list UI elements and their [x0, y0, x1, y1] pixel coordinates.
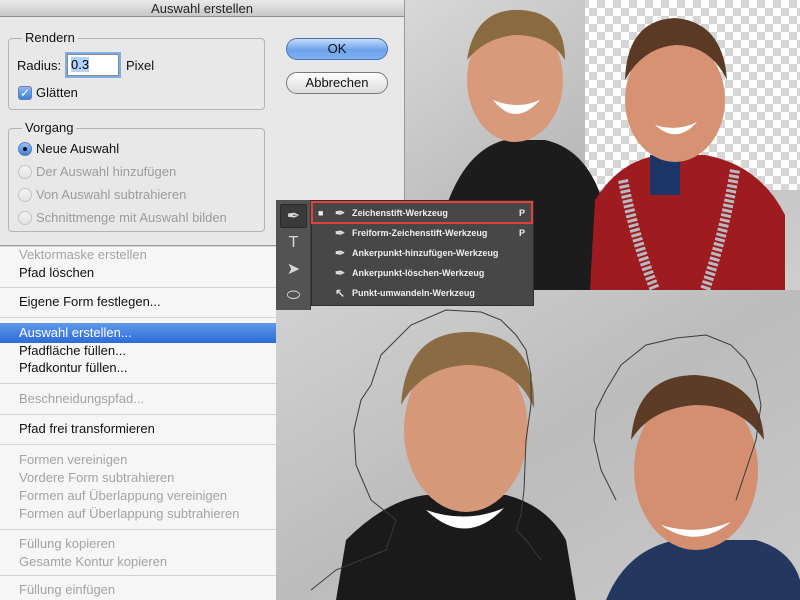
flyout-item-pen[interactable]: ■ ✒ Zeichenstift-Werkzeug P [312, 203, 533, 223]
operation-group-label: Vorgang [22, 120, 77, 135]
selected-mark-icon: ■ [318, 208, 324, 218]
menu-item-clipping-path[interactable]: Beschneidungspfad... [0, 389, 276, 409]
flyout-shortcut: P [518, 228, 525, 238]
convert-point-icon: ↖ [334, 286, 346, 300]
flyout-shortcut: P [518, 208, 525, 218]
flyout-item-convert-point[interactable]: ↖ Punkt-umwandeln-Werkzeug [312, 283, 533, 303]
menu-item-copy-complete-stroke[interactable]: Gesamte Kontur kopieren [0, 552, 276, 572]
menu-item-define-custom-shape[interactable]: Eigene Form festlegen... [0, 292, 276, 312]
radio-add-to-selection-label: Der Auswahl hinzufügen [36, 164, 177, 179]
menu-item-copy-fill[interactable]: Füllung kopieren [0, 534, 276, 554]
pen-tool-icon[interactable]: ✒ [280, 204, 307, 228]
radio-add-to-selection[interactable] [18, 165, 32, 179]
radio-subtract-from-selection[interactable] [18, 188, 32, 202]
ellipse-tool-icon[interactable]: ⬭ [280, 284, 307, 308]
flyout-item-label: Freiform-Zeichenstift-Werkzeug [352, 228, 488, 238]
menu-item-make-selection[interactable]: Auswahl erstellen... [0, 323, 276, 343]
menu-separator [0, 529, 276, 530]
tools-panel: ✒ T ➤ ⬭ [276, 200, 311, 310]
menu-item-paste-fill[interactable]: Füllung einfügen [0, 580, 276, 600]
menu-separator [0, 383, 276, 384]
delete-anchor-point-icon: ✒ [334, 266, 346, 280]
flyout-item-label: Ankerpunkt-löschen-Werkzeug [352, 268, 485, 278]
pen-tool-flyout: ■ ✒ Zeichenstift-Werkzeug P ✒ Freiform-Z… [311, 200, 534, 306]
pen-icon: ✒ [334, 206, 346, 220]
menu-separator [0, 444, 276, 445]
radio-intersect-selection[interactable] [18, 211, 32, 225]
menu-item-subtract-front-shape[interactable]: Vordere Form subtrahieren [0, 468, 276, 488]
menu-item-stroke-path[interactable]: Pfadkontur füllen... [0, 358, 276, 378]
radio-intersect-selection-label: Schnittmenge mit Auswahl bilden [36, 210, 227, 225]
radio-new-selection[interactable] [18, 142, 32, 156]
render-group-label: Rendern [22, 30, 78, 45]
menu-item-create-vector-mask[interactable]: Vektormaske erstellen [0, 245, 276, 265]
flyout-item-label: Ankerpunkt-hinzufügen-Werkzeug [352, 248, 499, 258]
path-context-menu: Vektormaske erstellen Pfad löschen Eigen… [0, 247, 276, 600]
freeform-pen-icon: ✒ [334, 226, 346, 240]
smooth-checkbox[interactable]: ✓ [18, 86, 32, 100]
menu-item-subtract-at-overlap[interactable]: Formen auf Überlappung subtrahieren [0, 504, 276, 524]
smooth-label: Glätten [36, 85, 78, 100]
menu-item-free-transform-path[interactable]: Pfad frei transformieren [0, 419, 276, 439]
add-anchor-point-icon: ✒ [334, 246, 346, 260]
menu-item-delete-path[interactable]: Pfad löschen [0, 263, 276, 283]
flyout-item-label: Punkt-umwandeln-Werkzeug [352, 288, 475, 298]
flyout-item-label: Zeichenstift-Werkzeug [352, 208, 448, 218]
dialog-title: Auswahl erstellen [0, 0, 404, 17]
radius-value: 0.3 [71, 57, 90, 72]
menu-separator [0, 575, 276, 576]
type-tool-icon[interactable]: T [280, 231, 307, 255]
menu-item-unite-shapes[interactable]: Formen vereinigen [0, 450, 276, 470]
menu-separator [0, 414, 276, 415]
path-photo [276, 290, 800, 600]
flyout-item-add-anchor[interactable]: ✒ Ankerpunkt-hinzufügen-Werkzeug [312, 243, 533, 263]
ok-button[interactable]: OK [286, 38, 388, 60]
flyout-item-delete-anchor[interactable]: ✒ Ankerpunkt-löschen-Werkzeug [312, 263, 533, 283]
flyout-item-freeform-pen[interactable]: ✒ Freiform-Zeichenstift-Werkzeug P [312, 223, 533, 243]
radius-unit: Pixel [126, 58, 155, 73]
radio-subtract-from-selection-label: Von Auswahl subtrahieren [36, 187, 187, 202]
cancel-button[interactable]: Abbrechen [286, 72, 388, 94]
menu-separator [0, 317, 276, 318]
menu-separator [0, 287, 276, 288]
radius-input[interactable]: 0.3 [67, 54, 119, 76]
radio-new-selection-label: Neue Auswahl [36, 141, 120, 156]
menu-item-unite-at-overlap[interactable]: Formen auf Überlappung vereinigen [0, 486, 276, 506]
radius-label: Radius: [17, 58, 62, 73]
path-selection-icon[interactable]: ➤ [280, 258, 307, 282]
